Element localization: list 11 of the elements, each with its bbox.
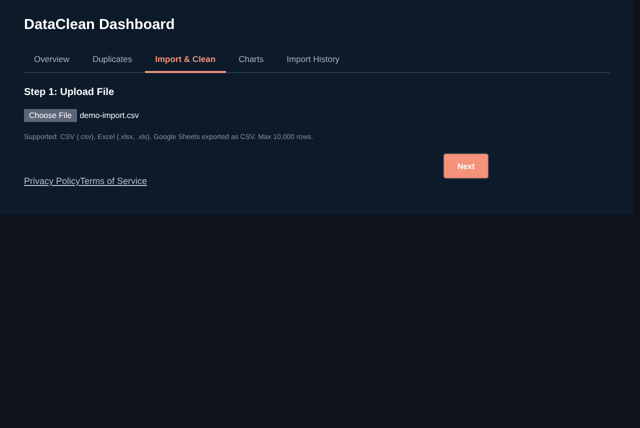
tab[interactable]: Overview [24,50,80,73]
tab[interactable]: Import History [276,50,350,73]
footer-link[interactable]: Privacy Policy [24,176,80,186]
choose-file-button[interactable]: Choose File [24,109,77,122]
tab[interactable]: Charts [228,50,274,73]
dashboard-title: DataClean Dashboard [24,17,176,35]
tab[interactable]: Duplicates [82,50,142,73]
tab[interactable]: Import & Clean [145,50,226,73]
file-name: demo-import.csv [80,111,139,120]
step-heading: Step 1: Upload File [24,87,116,98]
footer-link[interactable]: Terms of Service [80,176,148,186]
